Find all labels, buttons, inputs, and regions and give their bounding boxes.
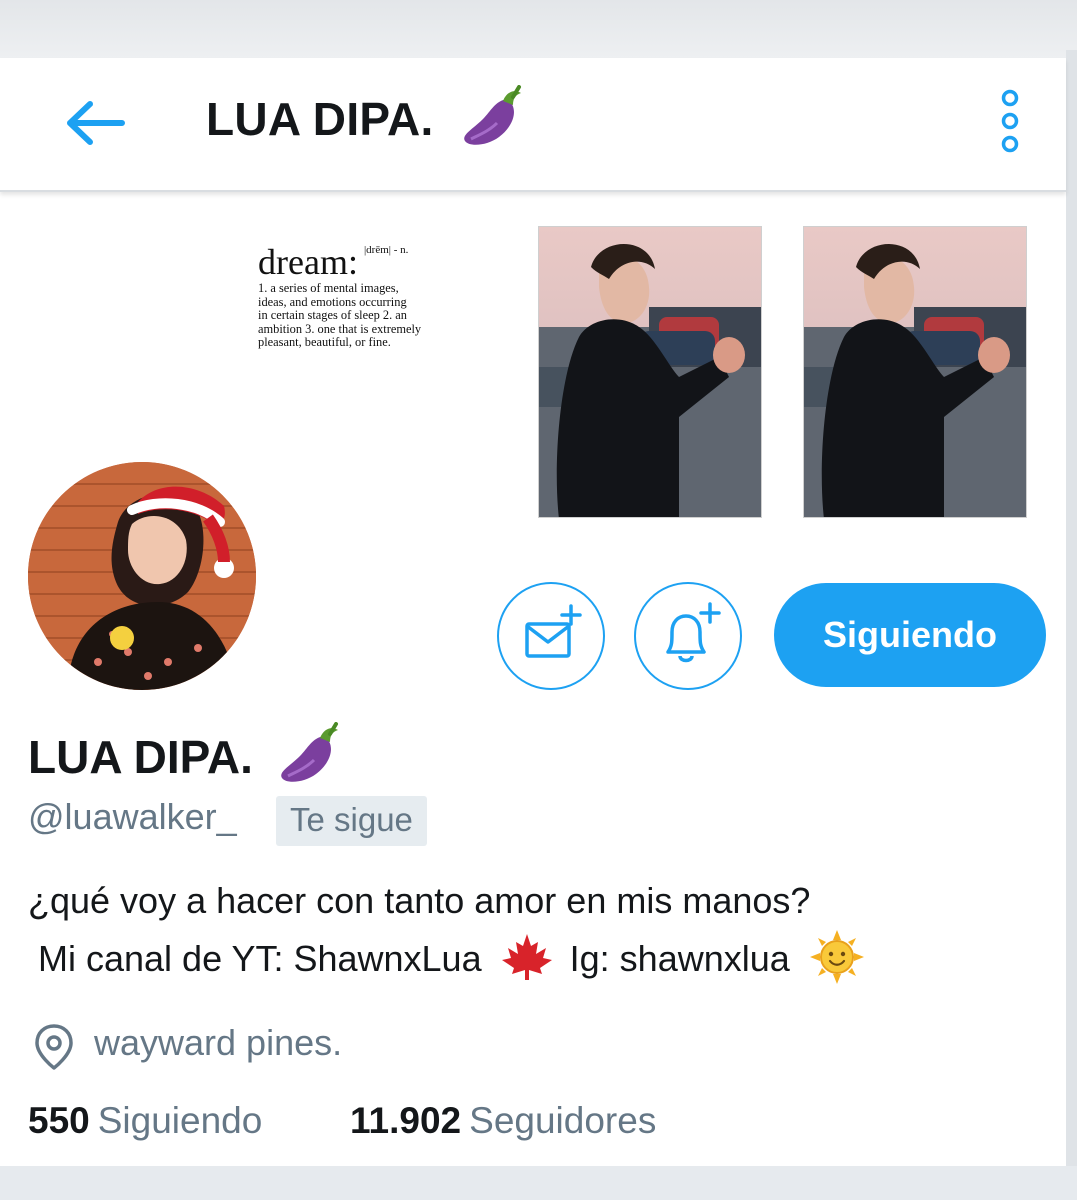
followers-label: Seguidores <box>469 1100 657 1141</box>
following-count: 550 <box>28 1100 90 1141</box>
status-strip <box>0 0 1077 60</box>
eggplant-icon <box>280 721 338 782</box>
banner-photo-left <box>538 226 762 518</box>
bio-line: ¿qué voy a hacer con tanto amor en mis m… <box>28 880 811 921</box>
message-button[interactable] <box>497 582 605 690</box>
followers-stat[interactable]: 11.902 Seguidores <box>350 1100 656 1142</box>
definition-line: ideas, and emotions occurring <box>258 294 407 309</box>
banner-photo-right <box>803 226 1027 518</box>
bio-youtube-text: Mi canal de YT: ShawnxLua <box>38 938 482 979</box>
bottom-strip <box>0 1166 1077 1200</box>
more-options-button[interactable] <box>990 86 1030 156</box>
definition-line: ambition 3. one that is extremely <box>258 321 422 336</box>
user-handle: @luawalker_ <box>28 796 237 837</box>
definition-line: pleasant, beautiful, or fine. <box>258 335 391 349</box>
definition-body: 1. a series of mental images, ideas, and… <box>258 281 488 350</box>
map-pin-icon <box>35 1024 73 1070</box>
header-title-text: LUA DIPA. <box>206 93 434 145</box>
back-button[interactable] <box>62 96 130 150</box>
more-vertical-icon <box>1001 89 1019 153</box>
followers-count: 11.902 <box>350 1100 462 1141</box>
arrow-left-icon <box>67 101 125 145</box>
maple-leaf-icon <box>501 934 552 981</box>
display-name: LUA DIPA. <box>28 721 344 786</box>
definition-line: in certain stages of sleep 2. an <box>258 308 407 322</box>
banner-definition: dream: |drēm| - n. 1. a series of mental… <box>258 244 488 350</box>
envelope-plus-icon <box>525 604 582 658</box>
sun-face-icon <box>809 930 864 985</box>
definition-line: 1. a series of mental images, <box>258 281 399 295</box>
location-text: wayward pines. <box>94 1022 343 1063</box>
following-stat[interactable]: 550 Siguiendo <box>28 1100 262 1142</box>
following-button[interactable]: Siguiendo <box>774 583 1046 687</box>
eggplant-icon <box>463 84 521 145</box>
bio-line: Mi canal de YT: ShawnxLua Ig: shawnxlua <box>38 930 864 985</box>
avatar[interactable] <box>24 458 260 694</box>
header-title: LUA DIPA. <box>206 84 527 149</box>
bell-plus-icon <box>666 602 721 663</box>
window-edge <box>1066 50 1077 1170</box>
display-name-text: LUA DIPA. <box>28 731 253 783</box>
definition-word: dream: <box>258 242 358 282</box>
definition-pronunciation: |drēm| - n. <box>363 244 409 256</box>
follows-you-badge: Te sigue <box>276 796 427 846</box>
app-bar: LUA DIPA. <box>0 58 1066 192</box>
bio-instagram-text: Ig: shawnxlua <box>569 938 790 979</box>
notifications-button[interactable] <box>634 582 742 690</box>
following-label: Siguiendo <box>97 1100 263 1141</box>
